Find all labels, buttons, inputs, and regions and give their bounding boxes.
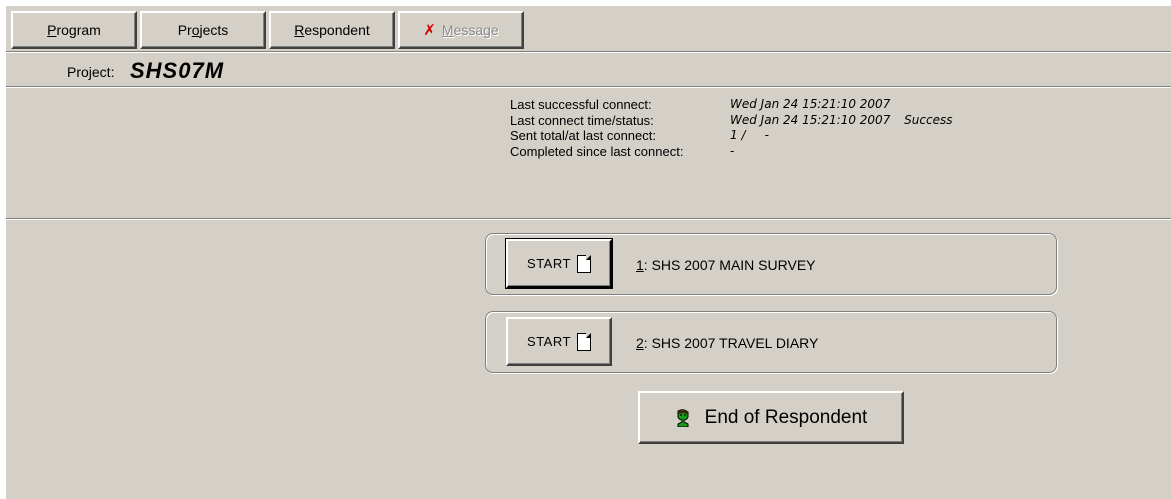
start-button-1[interactable]: START <box>505 238 613 289</box>
info-label: Last connect time/status: <box>510 112 654 128</box>
info-row-completed: Completed since last connect: - <box>510 144 952 160</box>
info-value: Wed Jan 24 15:21:10 2007 <box>730 97 891 111</box>
project-label: Project: <box>67 64 115 80</box>
info-row-sent: Sent total/at last connect: 1 / - <box>510 128 952 144</box>
info-label: Completed since last connect: <box>510 143 684 159</box>
projects-button[interactable]: Projects <box>140 11 266 49</box>
survey-label-2: 2: SHS 2007 TRAVEL DIARY <box>636 335 819 351</box>
person-icon <box>677 408 689 427</box>
survey-label-1: 1: SHS 2007 MAIN SURVEY <box>636 257 816 273</box>
program-label: Program <box>47 22 101 38</box>
projects-label: Projects <box>177 22 229 38</box>
end-of-respondent-button[interactable]: End of Respondent <box>638 391 904 444</box>
status-text: Success <box>904 112 953 127</box>
start-label: START <box>527 334 571 349</box>
end-of-respondent-label: End of Respondent <box>704 406 868 428</box>
respondent-button[interactable]: Respondent <box>269 11 395 49</box>
info-label: Sent total/at last connect: <box>510 128 656 143</box>
survey-group-2: START 2: SHS 2007 TRAVEL DIARY <box>485 311 1057 373</box>
info-row-last-connect: Last connect time/status: Wed Jan 24 15:… <box>510 113 952 129</box>
respondent-label: Respondent <box>294 22 370 38</box>
document-icon <box>576 254 591 273</box>
message-label: Message <box>441 22 499 38</box>
project-name: SHS07M <box>130 58 225 83</box>
toolbar: Program Projects Respondent ✗ Message <box>11 11 524 49</box>
toolbar-separator <box>6 51 1171 53</box>
info-separator <box>6 218 1171 220</box>
info-value: - <box>730 143 735 158</box>
connection-info: Last successful connect: Wed Jan 24 15:2… <box>510 97 952 159</box>
start-button-2[interactable]: START <box>506 317 612 366</box>
info-value: 1 / - <box>730 128 769 142</box>
header-separator <box>6 86 1171 88</box>
document-icon <box>576 332 591 351</box>
program-button[interactable]: Program <box>11 11 137 49</box>
start-label: START <box>527 256 571 271</box>
survey-group-1: START 1: SHS 2007 MAIN SURVEY <box>485 233 1057 295</box>
x-icon: ✗ <box>423 22 436 39</box>
message-button[interactable]: ✗ Message <box>398 11 524 49</box>
info-label: Last successful connect: <box>510 97 652 112</box>
info-row-last-successful: Last successful connect: Wed Jan 24 15:2… <box>510 97 952 113</box>
info-value: Wed Jan 24 15:21:10 2007 <box>730 112 891 127</box>
